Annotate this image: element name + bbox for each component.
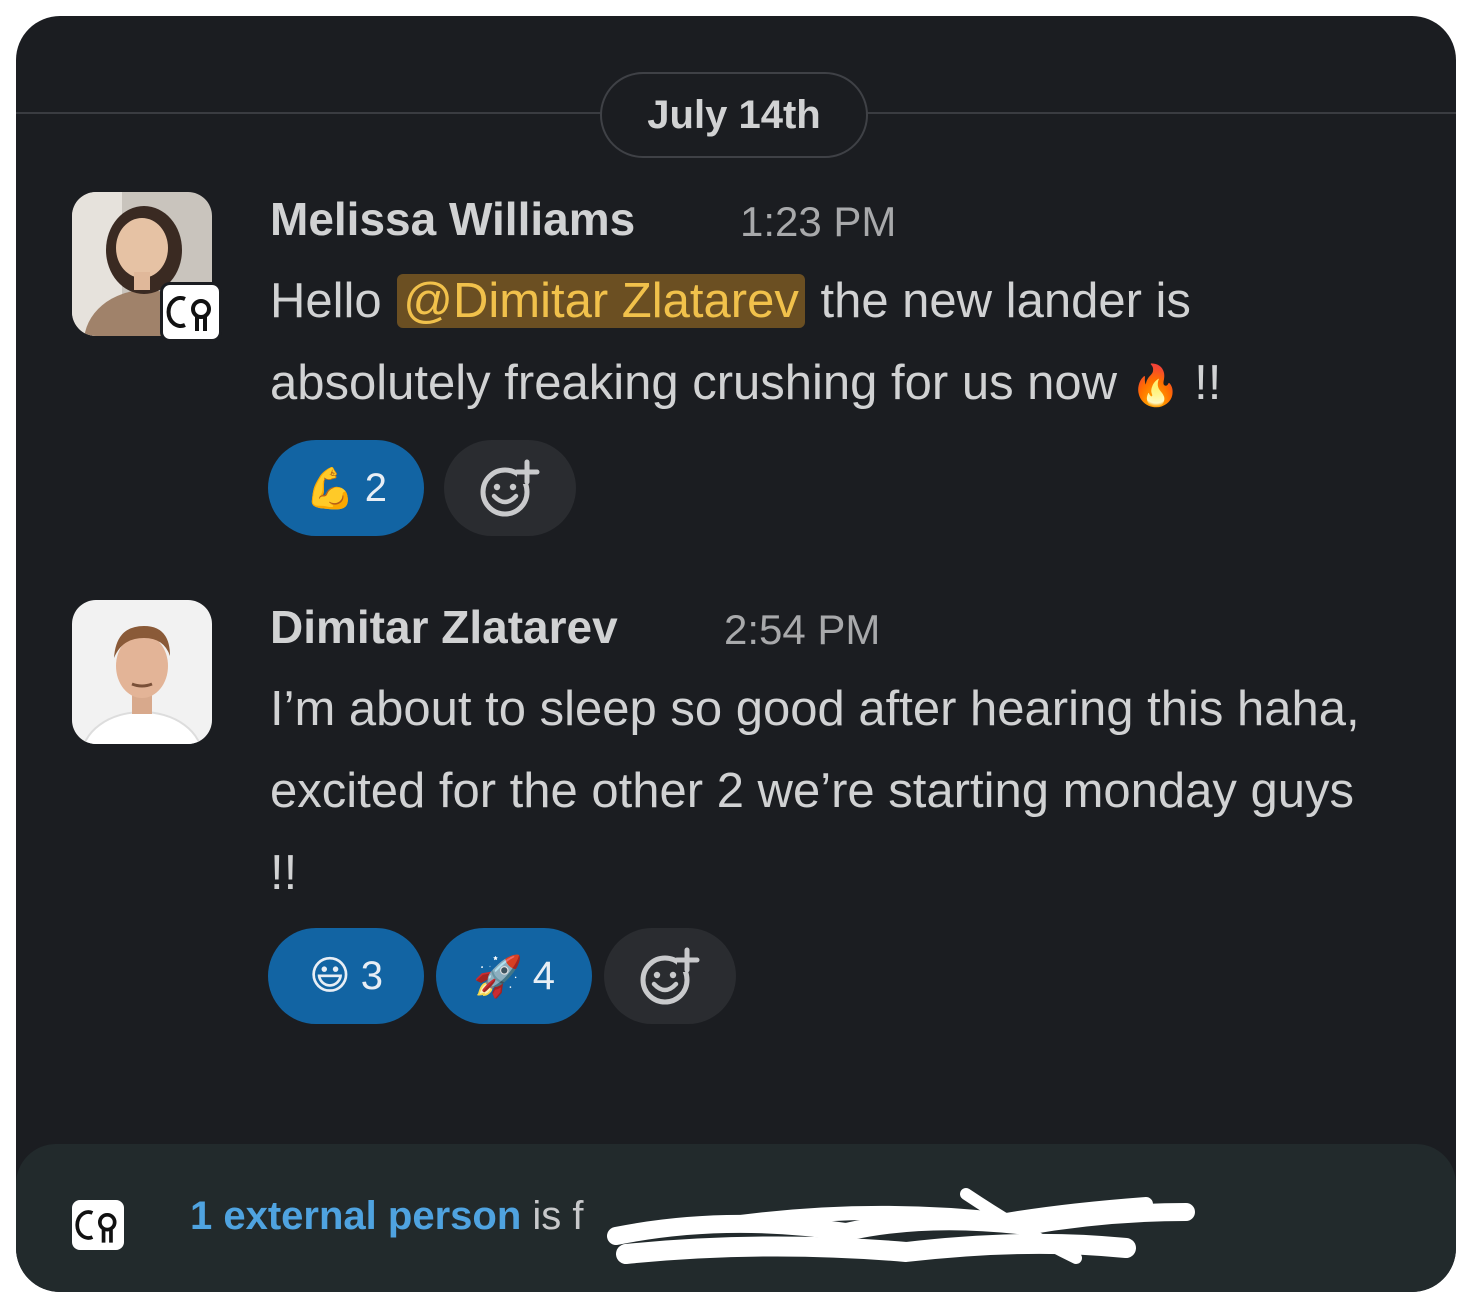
reaction-count: 2 bbox=[364, 465, 388, 510]
message-time[interactable]: 1:23 PM bbox=[740, 198, 896, 246]
author-name[interactable]: Dimitar Zlatarev bbox=[270, 600, 618, 654]
text-segment: Hello bbox=[270, 274, 382, 328]
fire-emoji: 🔥 bbox=[1130, 364, 1181, 408]
reaction-count: 3 bbox=[360, 953, 383, 998]
message-text: Hello @Dimitar Zlatarev the new lander i… bbox=[270, 260, 1390, 427]
reaction-smiley[interactable]: 😃 3 bbox=[268, 928, 424, 1024]
chat-panel: July 14th Melissa Williams 1:23 PM Hello… bbox=[16, 16, 1456, 1292]
author-name[interactable]: Melissa Williams bbox=[270, 192, 635, 246]
reaction-count: 4 bbox=[532, 953, 556, 998]
reaction-flexed-biceps[interactable]: 💪 2 bbox=[268, 440, 424, 536]
reaction-rocket[interactable]: 🚀 4 bbox=[436, 928, 592, 1024]
date-divider: July 14th bbox=[16, 52, 1456, 158]
smiley-emoji: 😃 bbox=[309, 954, 351, 998]
user-mention[interactable]: @Dimitar Zlatarev bbox=[397, 274, 805, 328]
flexed-biceps-emoji: 💪 bbox=[304, 466, 355, 511]
add-reaction-button[interactable] bbox=[604, 928, 736, 1024]
text-segment: !! bbox=[1194, 356, 1222, 410]
external-person-link[interactable]: 1 external person bbox=[190, 1194, 521, 1238]
date-pill[interactable]: July 14th bbox=[600, 72, 868, 158]
org-logo-icon bbox=[72, 1200, 124, 1250]
message-text: I’m about to sleep so good after hearing… bbox=[270, 682, 1360, 900]
add-emoji-icon bbox=[640, 947, 700, 1005]
add-reaction-button[interactable] bbox=[444, 440, 576, 536]
add-emoji-icon bbox=[480, 459, 540, 517]
message-time[interactable]: 2:54 PM bbox=[724, 606, 880, 654]
avatar[interactable] bbox=[72, 600, 212, 744]
external-people-banner: 1 external person is f bbox=[16, 1144, 1456, 1292]
footer-suffix: is f bbox=[532, 1194, 584, 1238]
redaction-scribble bbox=[607, 1188, 1195, 1264]
org-badge-icon bbox=[160, 282, 222, 342]
footer-text: 1 external person is f bbox=[190, 1194, 584, 1239]
rocket-emoji: 🚀 bbox=[472, 954, 523, 999]
